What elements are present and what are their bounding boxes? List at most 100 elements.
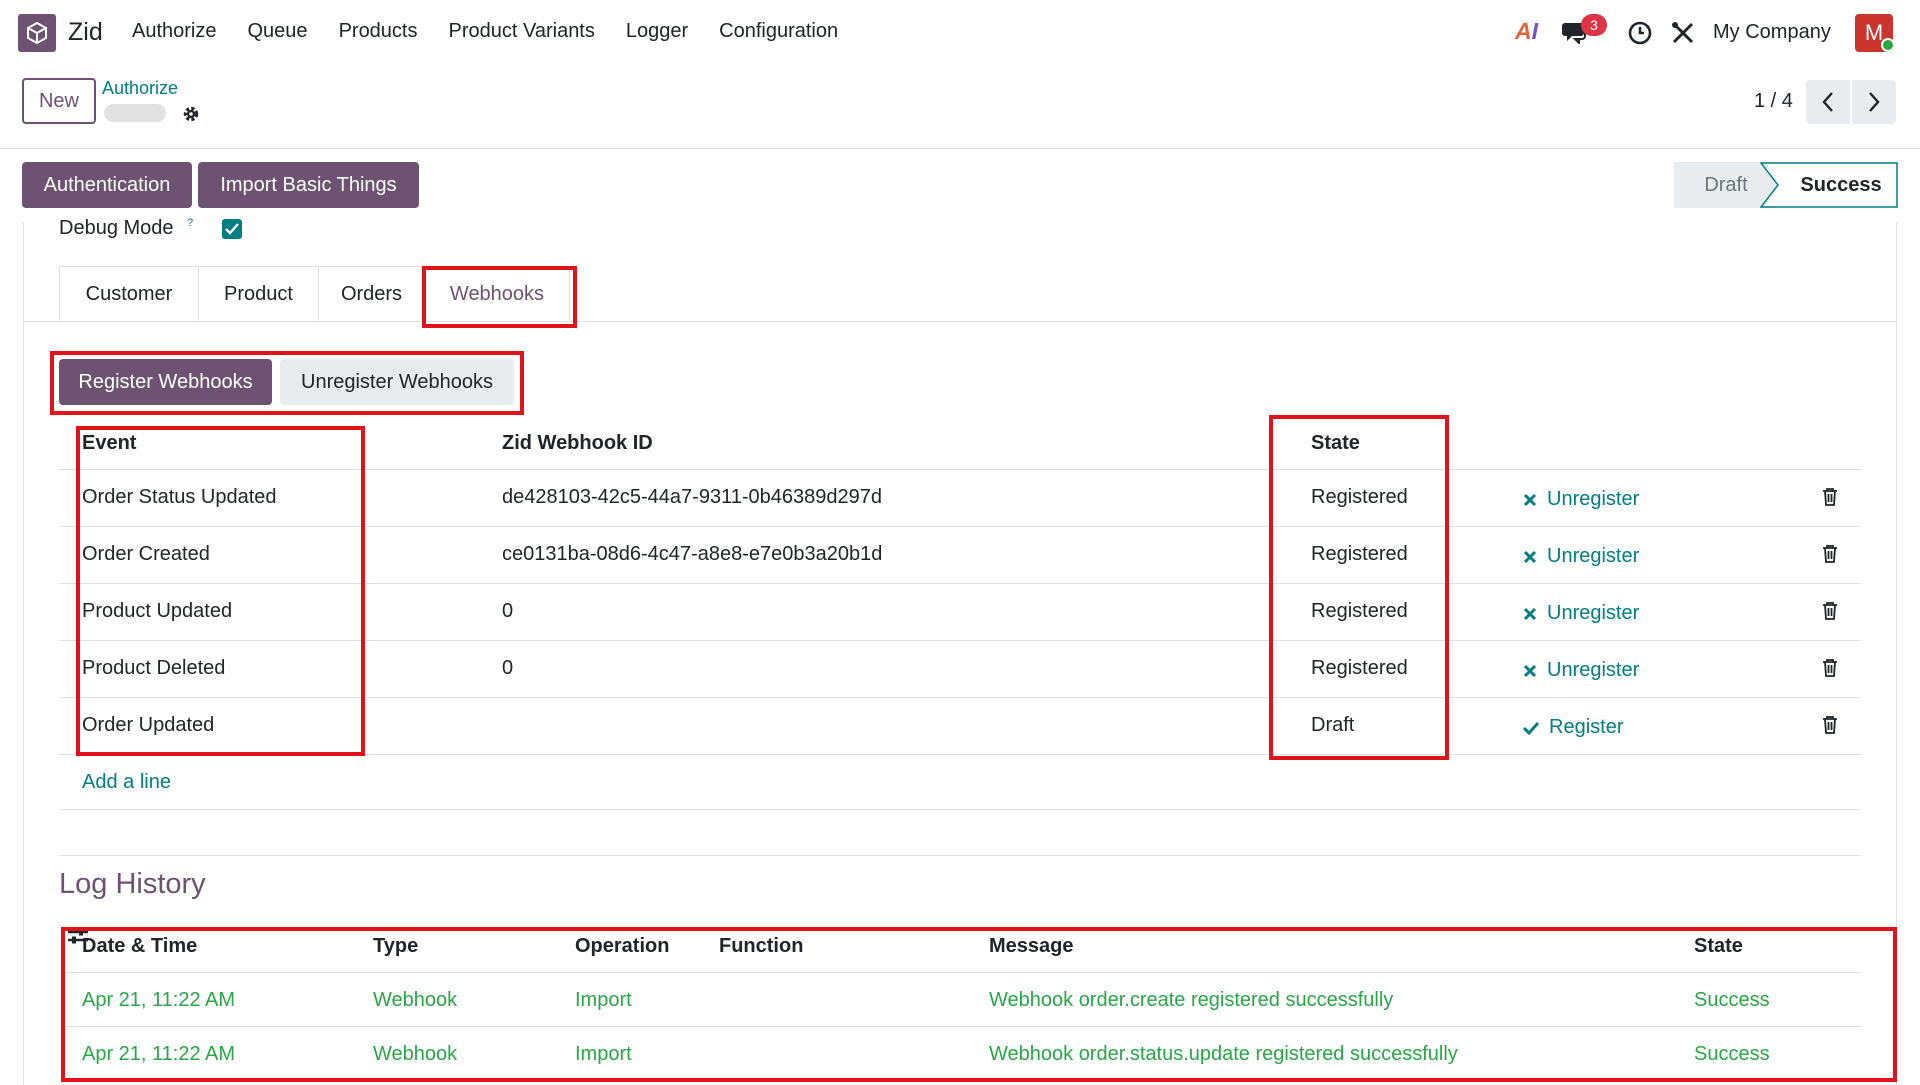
event-cell: Order Created [82,543,210,565]
unregister-webhooks-button[interactable]: Unregister Webhooks [280,359,514,405]
state-cell: Registered [1311,600,1408,622]
record-name-redacted [104,104,166,122]
debug-mode-help-icon[interactable]: ? [187,217,193,229]
menu-products[interactable]: Products [339,20,418,43]
column-webhook-id[interactable]: Zid Webhook ID [502,432,653,455]
table-row[interactable]: Order Updated Draft Register [59,698,1861,755]
column-datetime[interactable]: Date & Time [82,935,197,958]
log-state-cell: Success [1694,1043,1770,1065]
trash-icon[interactable] [1821,658,1839,678]
chevron-right-icon [1869,92,1880,112]
main-menu: Authorize Queue Products Product Variant… [132,20,838,43]
menu-logger[interactable]: Logger [626,20,688,43]
row-action-label: Register [1549,716,1624,738]
log-type-cell: Webhook [373,1043,458,1065]
close-icon [1523,607,1537,620]
log-operation-cell: Import [575,1043,632,1065]
event-cell: Product Updated [82,600,233,622]
trash-icon[interactable] [1821,487,1839,507]
chevron-left-icon [1822,92,1833,112]
control-panel-divider [0,148,1920,149]
table-row[interactable]: Order Created ce0131ba-08d6-4c47-a8e8-e7… [59,527,1861,584]
row-action-label: Unregister [1547,545,1640,567]
authentication-button[interactable]: Authentication [22,162,192,208]
column-operation[interactable]: Operation [575,935,669,958]
tabs-divider [23,321,1897,322]
webhooks-table: Event Zid Webhook ID State Order Status … [59,418,1861,755]
add-a-line-link[interactable]: Add a line [82,771,171,794]
column-type[interactable]: Type [373,935,418,958]
log-message-cell: Webhook order.create registered successf… [989,989,1394,1011]
log-state-cell: Success [1694,989,1770,1011]
check-icon [1523,721,1539,735]
menu-queue[interactable]: Queue [248,20,308,43]
row-action-label: Unregister [1547,488,1640,510]
debug-mode-checkbox[interactable] [222,219,242,239]
clock-icon[interactable] [1627,20,1653,46]
top-navbar: Zid Authorize Queue Products Product Var… [0,0,1920,66]
company-switcher[interactable]: My Company [1713,21,1831,44]
app-name[interactable]: Zid [68,18,103,47]
menu-product-variants[interactable]: Product Variants [449,20,595,43]
app-switcher-icon[interactable] [18,14,56,52]
log-datetime-cell: Apr 21, 11:22 AM [82,989,236,1011]
unregister-row-button[interactable]: Unregister [1523,488,1639,511]
event-cell: Product Deleted [82,657,226,679]
unregister-row-button[interactable]: Unregister [1523,545,1639,568]
column-state[interactable]: State [1694,935,1743,958]
menu-configuration[interactable]: Configuration [719,20,838,43]
webhooks-table-bottom [59,809,1861,810]
tab-customer[interactable]: Customer [59,266,198,322]
table-row[interactable]: Order Status Updated de428103-42c5-44a7-… [59,470,1861,527]
chat-badge: 3 [1581,14,1607,36]
state-cell: Draft [1311,714,1355,736]
webhook-id-cell: 0 [502,657,514,679]
notebook-tabs: Customer Product Orders Webhooks [59,266,570,322]
event-cell: Order Updated [82,714,215,736]
tab-orders[interactable]: Orders [318,266,424,322]
status-success[interactable]: Success [1760,162,1898,208]
trash-icon[interactable] [1821,544,1839,564]
log-type-cell: Webhook [373,989,458,1011]
table-row[interactable]: Product Updated 0 Registered Unregister [59,584,1861,641]
gear-icon[interactable] [181,104,201,124]
state-cell: Registered [1311,657,1408,679]
table-row[interactable]: Apr 21, 11:22 AM Webhook Import Webhook … [66,973,1861,1027]
trash-icon[interactable] [1821,715,1839,735]
pager-next-button[interactable] [1852,80,1896,124]
menu-authorize[interactable]: Authorize [132,20,217,43]
register-row-button[interactable]: Register [1523,716,1623,739]
pager-value[interactable]: 1 / 4 [1754,90,1793,113]
register-webhooks-button[interactable]: Register Webhooks [59,359,272,405]
column-event[interactable]: Event [82,432,136,455]
close-icon [1523,664,1537,677]
trash-icon[interactable] [1821,601,1839,621]
table-row[interactable]: Apr 21, 11:22 AM Webhook Import Webhook … [66,1027,1861,1081]
online-status-dot [1881,38,1895,52]
state-cell: Registered [1311,543,1408,565]
row-action-label: Unregister [1547,602,1640,624]
log-history-title: Log History [59,868,206,900]
tools-icon[interactable] [1670,20,1696,46]
log-message-cell: Webhook order.status.update registered s… [989,1043,1458,1065]
column-state[interactable]: State [1311,432,1360,455]
log-history-table: Date & Time Type Operation Function Mess… [66,924,1861,1081]
column-function[interactable]: Function [719,935,803,958]
breadcrumb-authorize[interactable]: Authorize [102,78,178,99]
pager-previous-button[interactable] [1806,80,1850,124]
webhooks-table-header: Event Zid Webhook ID State [59,418,1861,470]
unregister-row-button[interactable]: Unregister [1523,659,1639,682]
webhook-id-cell: ce0131ba-08d6-4c47-a8e8-e7e0b3a20b1d [502,543,883,565]
ai-icon[interactable]: AI [1515,18,1538,45]
state-cell: Registered [1311,486,1408,508]
section-separator [59,855,1861,856]
webhook-id-cell: 0 [502,600,514,622]
tab-product[interactable]: Product [198,266,318,322]
import-basic-things-button[interactable]: Import Basic Things [198,162,419,208]
close-icon [1523,550,1537,563]
tab-webhooks[interactable]: Webhooks [424,266,570,322]
column-message[interactable]: Message [989,935,1074,958]
table-row[interactable]: Product Deleted 0 Registered Unregister [59,641,1861,698]
unregister-row-button[interactable]: Unregister [1523,602,1639,625]
new-button[interactable]: New [22,78,96,124]
